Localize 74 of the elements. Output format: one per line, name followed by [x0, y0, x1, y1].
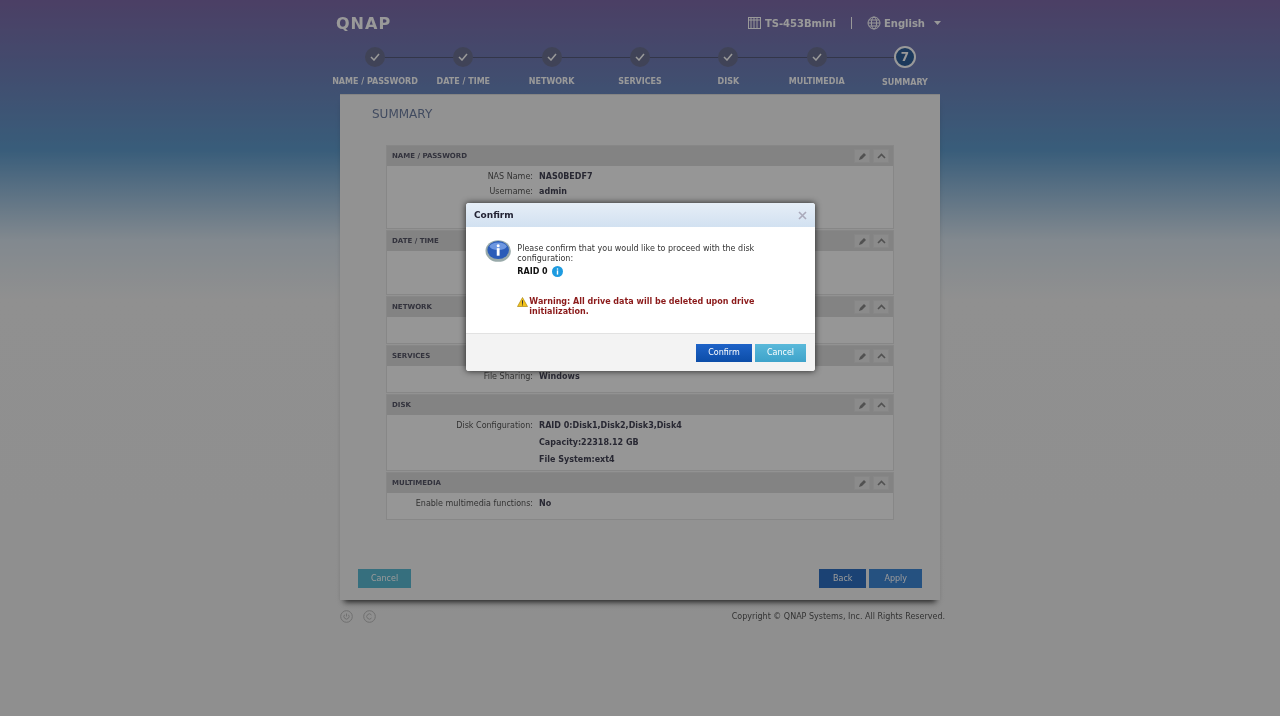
checkmark-icon	[635, 53, 645, 61]
collapse-button[interactable]	[873, 349, 889, 363]
pencil-icon	[857, 151, 867, 161]
pencil-icon	[857, 478, 867, 488]
back-button[interactable]: Back	[819, 569, 867, 588]
field-label: NAS Name:	[486, 172, 533, 181]
pencil-icon	[857, 302, 867, 312]
chevron-up-icon	[876, 480, 886, 486]
info-icon	[485, 239, 512, 263]
confirm-message: Please confirm that you would like to proceed with the disk configuration:	[517, 244, 756, 264]
pencil-icon	[857, 351, 867, 361]
server-icon	[747, 17, 761, 29]
collapse-button[interactable]	[873, 398, 889, 412]
field-label: Disk Configuration:	[455, 421, 533, 432]
page-title: SUMMARY	[372, 107, 434, 123]
cancel-button[interactable]: Cancel	[358, 569, 412, 588]
edit-button[interactable]	[854, 349, 870, 363]
step-label: MULTIMEDIA	[788, 77, 845, 86]
caret-icon	[934, 21, 941, 25]
field-value: RAID 0:Disk1,Disk2,Disk3,Disk4	[539, 421, 682, 430]
field-label: Username:	[488, 187, 533, 196]
step-label: SERVICES	[618, 77, 662, 86]
field-value: Capacity:22318.12 GB	[539, 438, 640, 447]
field-value: Windows	[539, 372, 580, 381]
language-selector[interactable]: English	[866, 16, 941, 30]
field-value: File System:ext4	[539, 455, 616, 464]
chevron-up-icon	[876, 238, 886, 244]
chevron-up-icon	[876, 153, 886, 159]
warning-icon	[517, 297, 529, 307]
pencil-icon	[857, 400, 867, 410]
close-button[interactable]	[798, 210, 807, 220]
copyright-text: Copyright © QNAP Systems, Inc. All Rights Reserved.	[731, 612, 945, 621]
raid-level: RAID 0	[517, 267, 548, 276]
cancel-button[interactable]: Cancel	[755, 343, 806, 362]
collapse-button[interactable]	[873, 149, 889, 163]
field-value: No	[539, 499, 552, 508]
warning-message: Warning: All drive data will be deleted upon drive initialization.	[529, 297, 756, 316]
edit-button[interactable]	[854, 234, 870, 248]
power-icon[interactable]	[340, 610, 353, 623]
field-label: Enable multimedia functions:	[414, 499, 533, 508]
apply-button[interactable]: Apply	[869, 569, 922, 588]
dialog-title: Confirm	[474, 210, 514, 220]
pencil-icon	[857, 236, 867, 246]
collapse-button[interactable]	[873, 234, 889, 248]
chevron-up-icon	[876, 304, 886, 310]
step-label: NAME / PASSWORD	[332, 77, 418, 86]
chevron-up-icon	[876, 402, 886, 408]
info-icon[interactable]	[551, 266, 563, 277]
field-value: admin	[539, 187, 567, 196]
field-value: NAS0BEDF7	[539, 172, 593, 181]
step-label: DATE / TIME	[436, 77, 491, 86]
qnap-logo: QNAP	[336, 13, 392, 33]
edit-button[interactable]	[854, 300, 870, 314]
collapse-button[interactable]	[873, 476, 889, 490]
collapse-button[interactable]	[873, 300, 889, 314]
close-icon	[798, 210, 807, 220]
step-label: NETWORK	[528, 77, 575, 86]
checkmark-icon	[811, 53, 822, 61]
restart-icon[interactable]	[363, 610, 376, 623]
globe-icon	[866, 16, 881, 30]
chevron-up-icon	[876, 353, 886, 359]
device-model: TS-453Bmini	[764, 17, 836, 29]
edit-button[interactable]	[854, 476, 870, 490]
edit-button[interactable]	[854, 149, 870, 163]
checkmark-icon	[723, 53, 734, 61]
checkmark-icon	[546, 53, 557, 61]
checkmark-icon	[458, 53, 469, 61]
edit-button[interactable]	[854, 398, 870, 412]
step-label: DISK	[717, 77, 740, 86]
checkmark-icon	[370, 53, 380, 61]
step-number: 7	[893, 46, 916, 68]
confirm-button[interactable]: Confirm	[696, 343, 752, 362]
field-label: File Sharing:	[482, 372, 533, 381]
step-label: SUMMARY	[882, 78, 928, 87]
